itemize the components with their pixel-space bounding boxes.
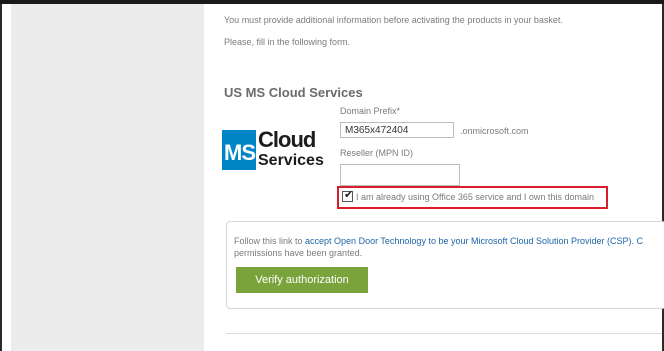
- permissions-text: permissions have been granted.: [234, 248, 363, 258]
- intro-text: You must provide additional information …: [224, 15, 563, 25]
- left-border: [0, 4, 2, 351]
- domain-suffix: .onmicrosoft.com: [460, 126, 529, 136]
- follow-prefix: Follow this link to: [234, 236, 306, 246]
- ms-logo-mark: MS: [222, 130, 256, 170]
- section-title: US MS Cloud Services: [224, 85, 363, 100]
- reseller-label: Reseller (MPN ID): [340, 148, 414, 158]
- domain-prefix-label: Domain Prefix*: [340, 106, 401, 116]
- ms-cloud-services-logo: MS Cloud Services: [222, 122, 346, 176]
- own-domain-checkbox[interactable]: ✔: [342, 189, 354, 202]
- sidebar-panel: [11, 4, 204, 351]
- checkmark-icon: ✔: [344, 189, 354, 201]
- intro-instruction: Please, fill in the following form.: [224, 37, 351, 47]
- ms-logo-letters: MS: [224, 140, 256, 165]
- csp-accept-link[interactable]: accept Open Door Technology to be your M…: [305, 236, 643, 246]
- own-domain-label: I am already using Office 365 service an…: [356, 192, 594, 202]
- bottom-divider: [226, 333, 662, 334]
- domain-prefix-input[interactable]: [340, 122, 454, 138]
- reseller-mpn-input[interactable]: [340, 164, 460, 186]
- authorization-panel: [226, 221, 664, 309]
- logo-word-cloud: Cloud: [258, 127, 316, 152]
- verify-authorization-button[interactable]: Verify authorization: [236, 267, 368, 293]
- logo-word-services: Services: [258, 152, 324, 169]
- authorization-instructions: Follow this link to accept Open Door Tec…: [234, 236, 643, 246]
